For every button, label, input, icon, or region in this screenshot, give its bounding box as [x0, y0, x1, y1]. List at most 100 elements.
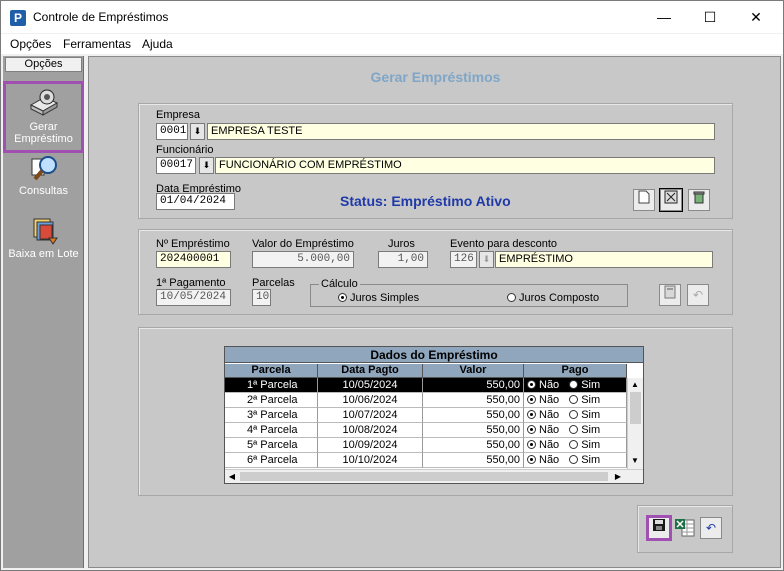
hscroll-thumb[interactable] — [240, 472, 608, 481]
sidebar-header[interactable]: Opções — [5, 57, 82, 72]
pago-sim-radio[interactable]: Sim — [569, 409, 600, 421]
minimize-button[interactable]: — — [641, 1, 687, 33]
undo-button[interactable]: ↶ — [700, 517, 722, 539]
evento-name-field[interactable]: EMPRÉSTIMO — [495, 251, 713, 268]
group-actions: ↶ — [637, 505, 733, 553]
sidebar-item-label: Baixa em Lote — [8, 248, 79, 260]
scan-button[interactable] — [659, 188, 683, 212]
numero-emprestimo-field[interactable]: 202400001 — [156, 251, 231, 268]
title-bar: P Controle de Empréstimos — ☐ ✕ — [1, 1, 783, 33]
excel-icon — [675, 519, 695, 537]
pago-sim-radio[interactable]: Sim — [569, 394, 600, 406]
sidebar-item-baixa-em-lote[interactable]: Baixa em Lote — [3, 216, 84, 266]
scroll-left-icon[interactable]: ◀ — [225, 470, 239, 484]
radio-unselected-icon — [569, 440, 579, 449]
scanner-icon — [664, 190, 678, 204]
table-row[interactable]: 2ª Parcela 10/06/2024 550,00 Não Sim — [225, 393, 627, 408]
delete-button[interactable] — [688, 189, 710, 211]
menu-ferramentas[interactable]: Ferramentas — [63, 37, 131, 51]
primeiro-pagamento-label: 1ª Pagamento — [156, 277, 226, 289]
page-title: Gerar Empréstimos — [370, 69, 501, 85]
sidebar-item-gerar-emprestimo[interactable]: Gerar Empréstimo — [3, 81, 84, 153]
undo-calc-button[interactable]: ↶ — [687, 284, 709, 306]
pago-sim-radio[interactable]: Sim — [569, 424, 600, 436]
pago-nao-radio[interactable]: Não — [527, 379, 559, 391]
pago-sim-label: Sim — [581, 409, 601, 421]
radio-unselected-icon — [569, 395, 579, 404]
empresa-label: Empresa — [156, 109, 201, 121]
pago-nao-radio[interactable]: Não — [527, 454, 559, 466]
app-window: P Controle de Empréstimos — ☐ ✕ Opções F… — [0, 0, 784, 571]
juros-composto-radio[interactable]: Juros Composto — [507, 292, 599, 304]
funcionario-lookup-button[interactable]: ⬇ — [199, 157, 214, 174]
calculate-button[interactable] — [659, 284, 681, 306]
table-row[interactable]: 1ª Parcela 10/05/2024 550,00 Não Sim — [225, 378, 627, 393]
table-row[interactable]: 3ª Parcela 10/07/2024 550,00 Não Sim — [225, 408, 627, 423]
pago-nao-radio[interactable]: Não — [527, 394, 559, 406]
col-header-data[interactable]: Data Pagto — [318, 364, 423, 378]
funcionario-name-field[interactable]: FUNCIONÁRIO COM EMPRÉSTIMO — [215, 157, 715, 174]
calculo-label: Cálculo — [319, 278, 360, 290]
juros-field[interactable]: 1,00 — [378, 251, 428, 268]
radio-selected-icon — [527, 425, 536, 434]
undo-icon: ↶ — [692, 288, 704, 302]
evento-code-field[interactable]: 126 — [450, 251, 477, 268]
export-excel-button[interactable] — [674, 517, 696, 539]
col-header-parcela[interactable]: Parcela — [225, 364, 318, 378]
vertical-scrollbar[interactable]: ▲ ▼ — [627, 378, 643, 469]
pago-nao-radio[interactable]: Não — [527, 409, 559, 421]
empresa-name-field[interactable]: EMPRESA TESTE — [207, 123, 715, 140]
cell-pago: Não Sim — [524, 393, 627, 408]
main-panel: Gerar Empréstimos Empresa 0001 ⬇ EMPRESA… — [88, 56, 781, 568]
pago-sim-radio[interactable]: Sim — [569, 439, 600, 451]
table-row[interactable]: 4ª Parcela 10/08/2024 550,00 Não Sim — [225, 423, 627, 438]
grid-title: Dados do Empréstimo — [225, 347, 643, 363]
pago-sim-radio[interactable]: Sim — [569, 454, 600, 466]
table-row[interactable]: 6ª Parcela 10/10/2024 550,00 Não Sim — [225, 453, 627, 468]
pago-sim-radio[interactable]: Sim — [569, 379, 600, 391]
scroll-up-icon[interactable]: ▲ — [628, 378, 642, 392]
close-button[interactable]: ✕ — [733, 1, 779, 33]
col-header-pago[interactable]: Pago — [524, 364, 627, 378]
scroll-right-icon[interactable]: ▶ — [611, 470, 625, 484]
pago-nao-radio[interactable]: Não — [527, 439, 559, 451]
funcionario-code-field[interactable]: 00017 — [156, 157, 196, 174]
cell-parcela: 6ª Parcela — [225, 453, 318, 468]
data-emprestimo-field[interactable]: 01/04/2024 — [156, 193, 235, 210]
new-document-button[interactable] — [633, 189, 655, 211]
radio-selected-icon — [527, 380, 536, 389]
save-button[interactable] — [646, 515, 672, 541]
empresa-code-field[interactable]: 0001 — [156, 123, 188, 140]
pago-sim-label: Sim — [581, 379, 601, 391]
cell-pago: Não Sim — [524, 408, 627, 423]
juros-simples-label: Juros Simples — [350, 292, 420, 304]
col-header-valor[interactable]: Valor — [423, 364, 524, 378]
sidebar-item-consultas[interactable]: Consultas — [3, 153, 84, 203]
empresa-lookup-button[interactable]: ⬇ — [190, 123, 205, 140]
radio-unselected-icon — [569, 410, 579, 419]
pago-sim-label: Sim — [581, 454, 601, 466]
window-title: Controle de Empréstimos — [33, 10, 169, 24]
valor-emprestimo-field[interactable]: 5.000,00 — [252, 251, 354, 268]
pago-nao-label: Não — [539, 439, 560, 451]
sidebar-item-label: Consultas — [19, 185, 68, 197]
parcelas-field[interactable]: 10 — [252, 289, 271, 306]
radio-selected-icon — [527, 440, 536, 449]
valor-emprestimo-label: Valor do Empréstimo — [252, 238, 354, 250]
evento-lookup-button[interactable]: ⬇ — [479, 251, 494, 268]
scroll-down-icon[interactable]: ▼ — [628, 454, 642, 468]
maximize-button[interactable]: ☐ — [687, 1, 733, 33]
primeiro-pagamento-field[interactable]: 10/05/2024 — [156, 289, 231, 306]
sidebar-item-label: Empréstimo — [14, 133, 73, 145]
app-logo-icon: P — [10, 10, 26, 26]
cell-data: 10/05/2024 — [318, 378, 423, 393]
juros-simples-radio[interactable]: Juros Simples — [338, 292, 419, 304]
table-row[interactable]: 5ª Parcela 10/09/2024 550,00 Não Sim — [225, 438, 627, 453]
funcionario-label: Funcionário — [156, 144, 214, 156]
menu-opcoes[interactable]: Opções — [10, 37, 51, 51]
pago-nao-radio[interactable]: Não — [527, 424, 559, 436]
undo-icon: ↶ — [705, 521, 717, 535]
scroll-thumb[interactable] — [630, 392, 641, 424]
horizontal-scrollbar[interactable]: ◀ ▶ — [225, 469, 643, 483]
menu-ajuda[interactable]: Ajuda — [142, 37, 173, 51]
